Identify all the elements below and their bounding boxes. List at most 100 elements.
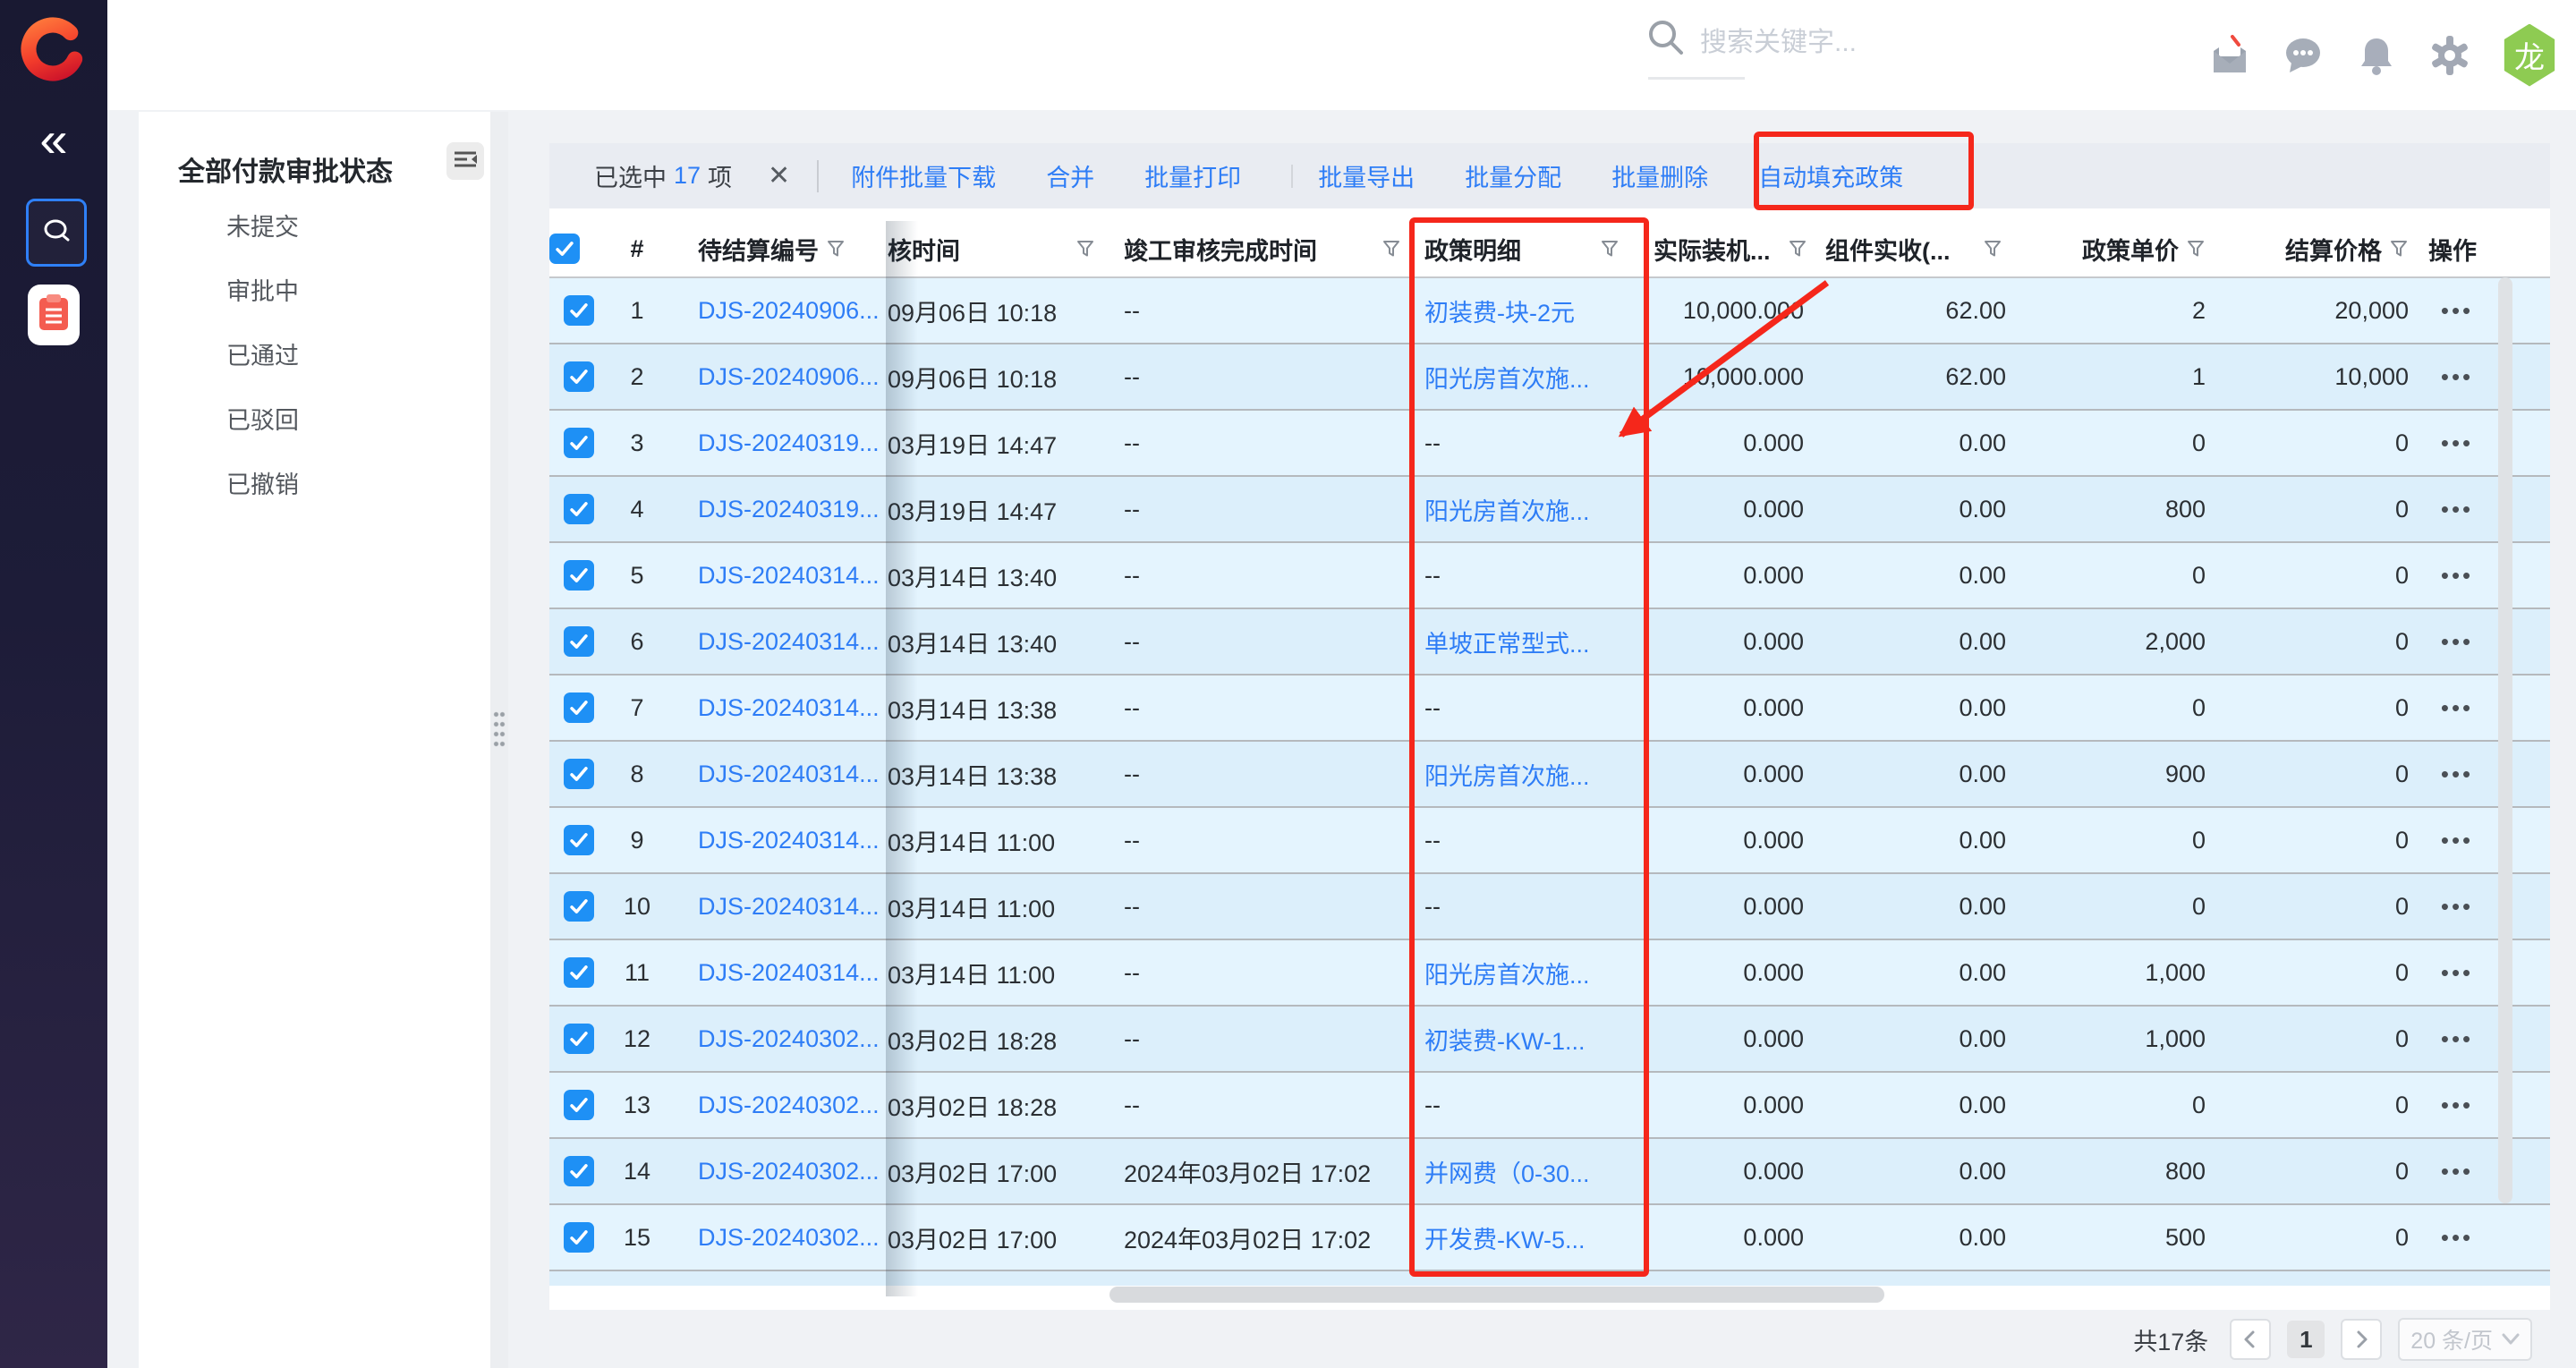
- policy-detail-link[interactable]: 阳光房首次施...: [1424, 492, 1590, 527]
- row-more-button[interactable]: •••: [2441, 1158, 2473, 1185]
- settlement-code-link[interactable]: DJS-20240314...: [698, 562, 880, 590]
- row-checkbox[interactable]: [564, 361, 594, 392]
- row-checkbox[interactable]: [564, 1156, 594, 1186]
- global-search-input[interactable]: 搜索关键字...: [1645, 16, 1857, 62]
- toolbar-action-0[interactable]: 附件批量下载: [851, 158, 996, 193]
- vertical-scrollbar[interactable]: [2498, 277, 2512, 1203]
- row-checkbox[interactable]: [564, 1222, 594, 1253]
- policy-detail-link[interactable]: 阳光房首次施...: [1424, 360, 1590, 395]
- row-more-button[interactable]: •••: [2441, 827, 2473, 854]
- row-checkbox[interactable]: [564, 891, 594, 922]
- row-more-button[interactable]: •••: [2441, 496, 2473, 523]
- page-size-select[interactable]: 20 条/页: [2398, 1318, 2532, 1361]
- row-more-button[interactable]: •••: [2441, 628, 2473, 656]
- cell-finish_time: --: [1109, 742, 1414, 806]
- row-checkbox[interactable]: [564, 626, 594, 657]
- settlement-code-link[interactable]: DJS-20240314...: [698, 760, 880, 788]
- cell-settle_price: 0: [2215, 609, 2416, 674]
- next-page-button[interactable]: [2341, 1319, 2382, 1360]
- app-logo-icon[interactable]: [16, 13, 89, 90]
- select-all-checkbox[interactable]: [549, 234, 580, 264]
- prev-page-button[interactable]: [2230, 1319, 2271, 1360]
- row-checkbox[interactable]: [564, 494, 594, 524]
- row-more-button[interactable]: •••: [2441, 562, 2473, 590]
- toolbar-action-6[interactable]: 自动填充政策: [1758, 158, 1903, 193]
- policy-detail-link[interactable]: 阳光房首次施...: [1424, 757, 1590, 792]
- row-more-button[interactable]: •••: [2441, 1092, 2473, 1119]
- toolbar-action-3[interactable]: 批量导出: [1318, 158, 1415, 193]
- policy-detail-link[interactable]: 单坡正常型式...: [1424, 625, 1590, 659]
- settlement-code-link[interactable]: DJS-20240906...: [698, 297, 880, 325]
- settlement-code-link[interactable]: DJS-20240314...: [698, 959, 880, 987]
- settlement-code-link[interactable]: DJS-20240314...: [698, 694, 880, 722]
- settlement-code-link[interactable]: DJS-20240302...: [698, 1025, 880, 1053]
- toolbar-action-1[interactable]: 合并: [1046, 158, 1094, 193]
- row-checkbox[interactable]: [564, 295, 594, 326]
- settlement-code-link[interactable]: DJS-20240319...: [698, 496, 880, 523]
- cell-finish_time: --: [1109, 477, 1414, 541]
- settlement-code-link[interactable]: DJS-20240906...: [698, 363, 880, 391]
- row-checkbox[interactable]: [564, 825, 594, 855]
- row-more-button[interactable]: •••: [2441, 959, 2473, 987]
- row-checkbox[interactable]: [564, 692, 594, 723]
- row-more-button[interactable]: •••: [2441, 760, 2473, 788]
- clear-selection-icon[interactable]: ✕: [768, 160, 790, 191]
- settlement-code-link[interactable]: DJS-20240302...: [698, 1092, 880, 1119]
- toolbar-action-2[interactable]: 批量打印: [1144, 158, 1241, 193]
- bell-icon[interactable]: [2354, 33, 2399, 78]
- settlement-code-link[interactable]: DJS-20240314...: [698, 628, 880, 656]
- horizontal-scrollbar[interactable]: [1109, 1287, 1884, 1303]
- toolbar-action-5[interactable]: 批量删除: [1611, 158, 1708, 193]
- row-more-button[interactable]: •••: [2441, 297, 2473, 325]
- policy-detail-link[interactable]: 并网费（0-30...: [1424, 1154, 1590, 1189]
- row-checkbox[interactable]: [564, 957, 594, 988]
- chat-icon[interactable]: [2281, 33, 2325, 78]
- row-checkbox[interactable]: [564, 560, 594, 591]
- policy-detail-link[interactable]: 阳光房首次施...: [1424, 956, 1590, 990]
- filter-icon[interactable]: [826, 239, 846, 259]
- user-avatar[interactable]: 龙: [2501, 24, 2558, 87]
- gear-icon[interactable]: [2427, 33, 2472, 78]
- filter-icon[interactable]: [1600, 239, 1620, 259]
- nav-item-3[interactable]: 已驳回: [139, 386, 495, 450]
- row-more-button[interactable]: •••: [2441, 1224, 2473, 1252]
- cell-text: 2024年03月02日 17:02: [1124, 1220, 1371, 1255]
- current-page-button[interactable]: 1: [2287, 1321, 2325, 1358]
- rail-report-item[interactable]: [28, 285, 80, 345]
- row-more-button[interactable]: •••: [2441, 1025, 2473, 1053]
- nav-item-1[interactable]: 审批中: [139, 257, 495, 321]
- filter-icon[interactable]: [1983, 239, 2002, 259]
- row-checkbox[interactable]: [564, 428, 594, 458]
- row-checkbox[interactable]: [564, 1024, 594, 1054]
- row-more-button[interactable]: •••: [2441, 694, 2473, 722]
- settlement-code-link[interactable]: DJS-20240302...: [698, 1158, 880, 1185]
- row-more-button[interactable]: •••: [2441, 363, 2473, 391]
- settlement-code-link[interactable]: DJS-20240314...: [698, 893, 880, 921]
- cell-actions: •••: [2416, 1271, 2498, 1286]
- filter-icon[interactable]: [2186, 239, 2206, 259]
- cell-text: 1,000: [2145, 959, 2206, 987]
- nav-list-collapse-button[interactable]: [446, 142, 484, 180]
- filter-icon[interactable]: [1382, 239, 1401, 259]
- nav-item-2[interactable]: 已通过: [139, 321, 495, 386]
- settlement-code-link[interactable]: DJS-20240319...: [698, 429, 880, 457]
- row-more-button[interactable]: •••: [2441, 893, 2473, 921]
- policy-detail-link[interactable]: 开发费-KW-5...: [1424, 1220, 1586, 1255]
- rail-search-item[interactable]: [26, 199, 87, 267]
- nav-item-0[interactable]: 未提交: [139, 192, 495, 257]
- filter-icon[interactable]: [1788, 239, 1807, 259]
- collapse-sidebar-icon[interactable]: «: [0, 115, 107, 165]
- policy-detail-link[interactable]: 初装费-KW-1...: [1424, 1022, 1586, 1057]
- settlement-code-link[interactable]: DJS-20240302...: [698, 1224, 880, 1252]
- row-more-button[interactable]: •••: [2441, 429, 2473, 457]
- nav-item-4[interactable]: 已撤销: [139, 450, 495, 514]
- row-checkbox[interactable]: [564, 1090, 594, 1120]
- splitter-drag-handle[interactable]: [493, 709, 506, 751]
- mail-icon[interactable]: [2207, 33, 2252, 78]
- row-checkbox[interactable]: [564, 759, 594, 789]
- filter-icon[interactable]: [1075, 239, 1095, 259]
- filter-icon[interactable]: [2389, 239, 2409, 259]
- policy-detail-link[interactable]: 初装费-块-2元: [1424, 293, 1575, 328]
- settlement-code-link[interactable]: DJS-20240314...: [698, 827, 880, 854]
- toolbar-action-4[interactable]: 批量分配: [1465, 158, 1561, 193]
